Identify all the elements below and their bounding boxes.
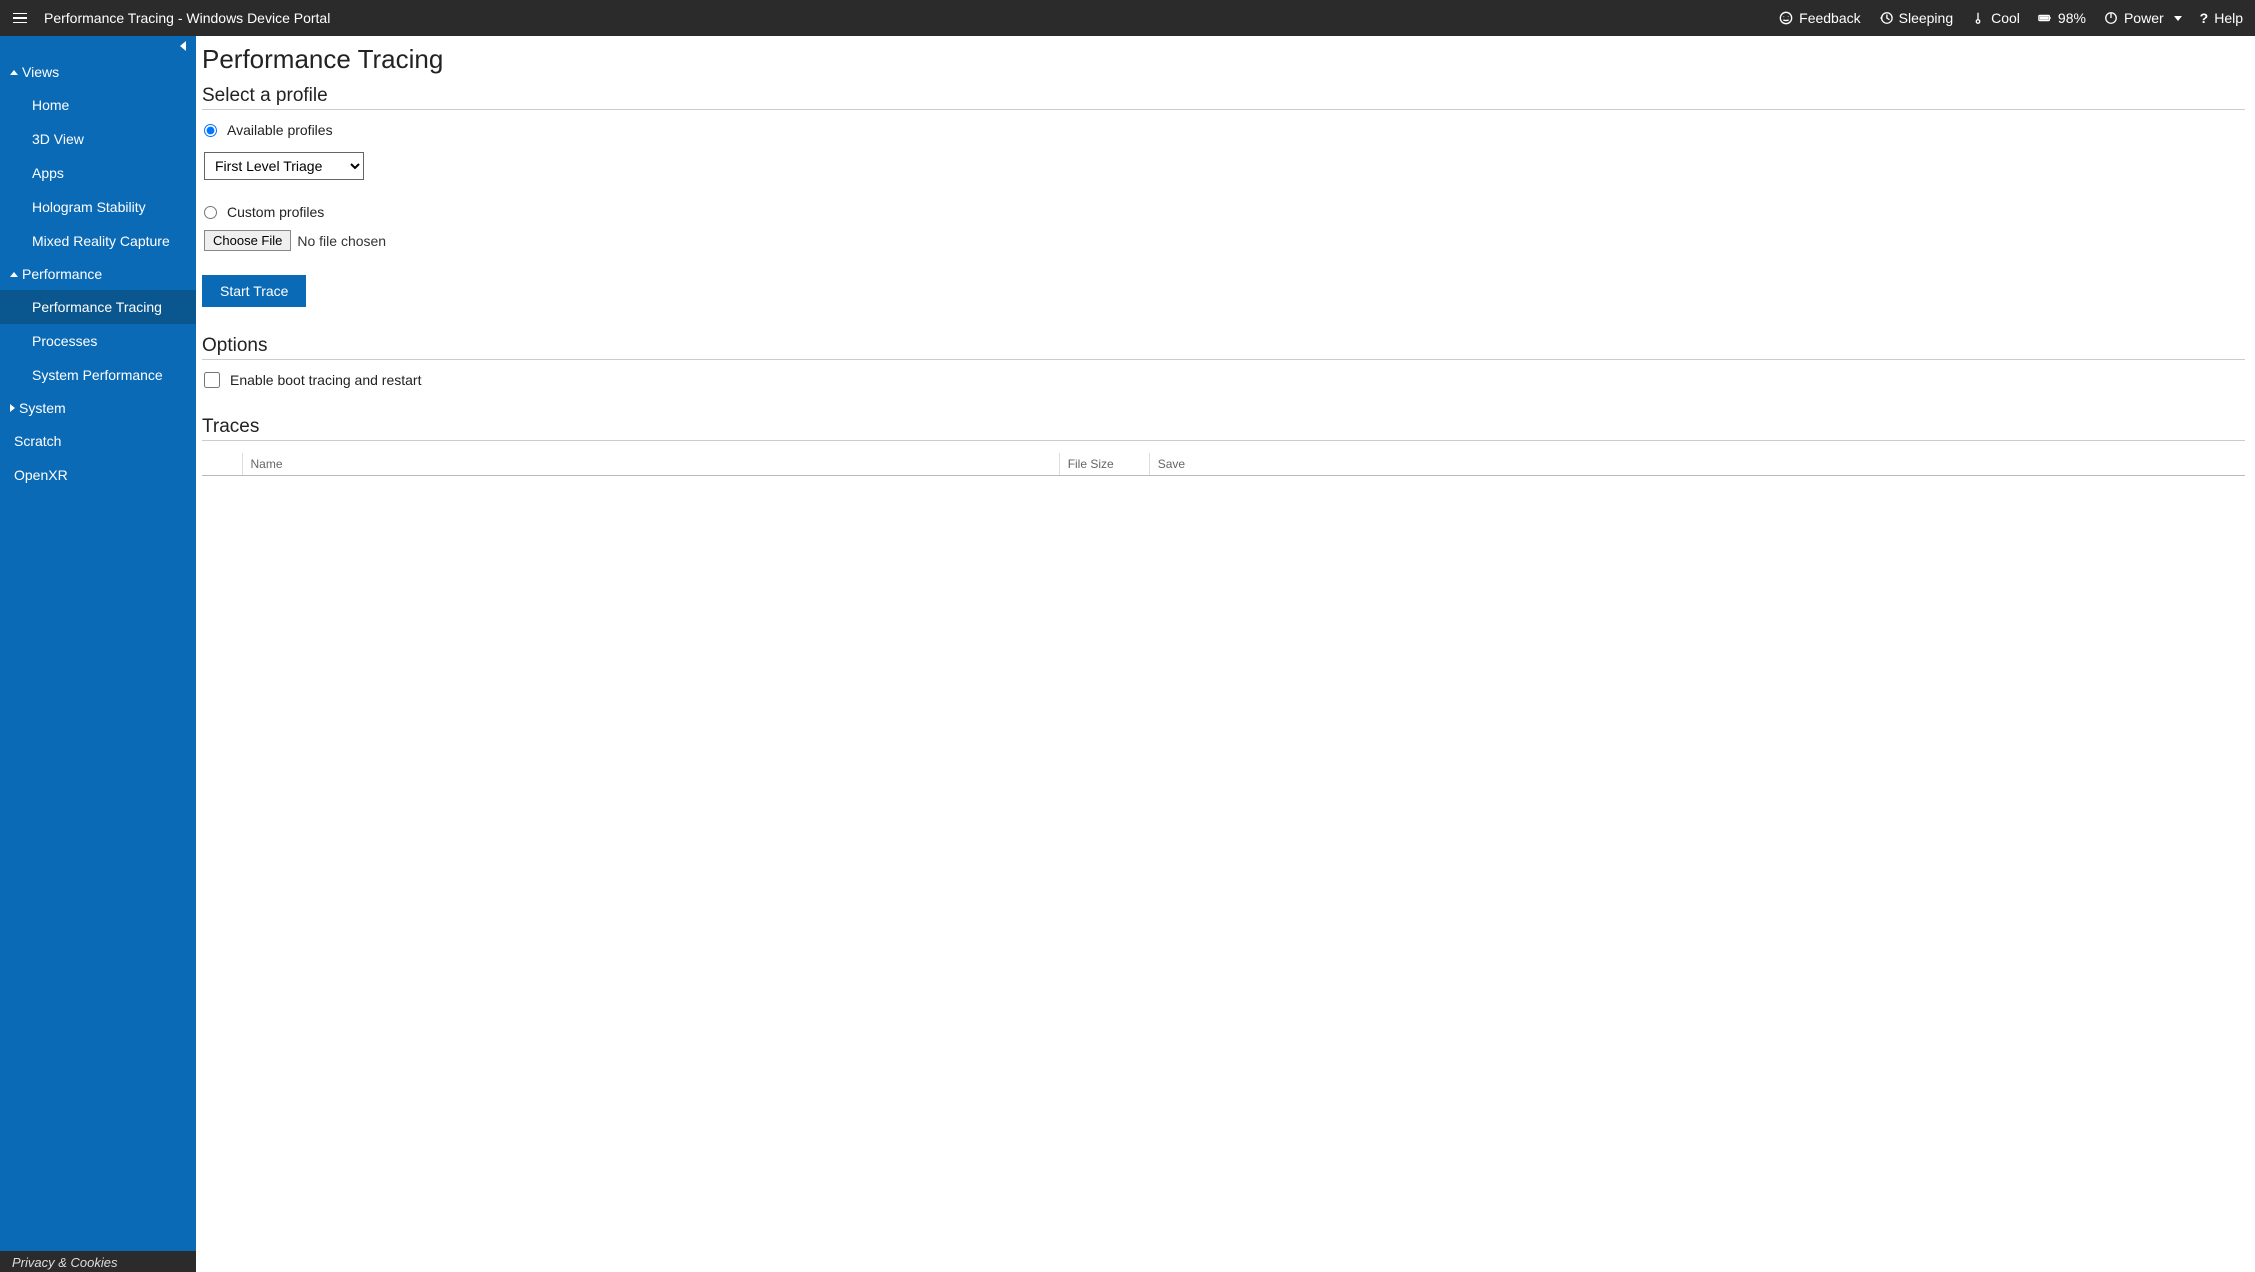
privacy-cookies-link[interactable]: Privacy & Cookies <box>0 1251 196 1272</box>
boot-tracing-checkbox[interactable] <box>204 372 220 388</box>
battery-icon <box>2038 11 2052 25</box>
battery-label: 98% <box>2058 10 2086 26</box>
nav-group-system[interactable]: System <box>0 392 196 424</box>
choose-file-button[interactable]: Choose File <box>204 230 291 251</box>
nav-item-hologram-stability[interactable]: Hologram Stability <box>0 190 196 224</box>
power-menu[interactable]: Power <box>2104 10 2182 26</box>
radio-custom-profiles[interactable]: Custom profiles <box>204 204 2245 220</box>
triangle-up-icon <box>10 272 18 277</box>
topbar: Performance Tracing - Windows Device Por… <box>0 0 2255 36</box>
page-title: Performance Tracing <box>202 44 2245 75</box>
section-select-profile: Select a profile <box>202 85 2245 110</box>
triangle-right-icon <box>10 404 15 412</box>
hamburger-menu-button[interactable] <box>8 6 32 30</box>
sidebar: Views Home3D ViewAppsHologram StabilityMi… <box>0 36 196 1272</box>
nav-group-views[interactable]: Views <box>0 56 196 88</box>
nav-item-mixed-reality-capture[interactable]: Mixed Reality Capture <box>0 224 196 258</box>
nav-group-label: System <box>19 400 66 416</box>
triangle-up-icon <box>10 70 18 75</box>
feedback-button[interactable]: Feedback <box>1779 10 1860 26</box>
radio-available-profiles[interactable]: Available profiles <box>204 122 2245 138</box>
sidebar-collapse-button[interactable] <box>0 36 196 56</box>
question-icon: ? <box>2200 10 2209 26</box>
help-label: Help <box>2214 10 2243 26</box>
nav-item-performance-tracing[interactable]: Performance Tracing <box>0 290 196 324</box>
sleeping-label: Sleeping <box>1899 10 1954 26</box>
nav-item-processes[interactable]: Processes <box>0 324 196 358</box>
thermal-status[interactable]: Cool <box>1971 10 2020 26</box>
radio-custom-input[interactable] <box>204 206 217 219</box>
main-content: Performance Tracing Select a profile Ava… <box>196 36 2255 1272</box>
help-button[interactable]: ? Help <box>2200 10 2243 26</box>
window-title: Performance Tracing - Windows Device Por… <box>44 10 330 26</box>
chevron-left-icon <box>180 41 186 51</box>
thermometer-icon <box>1971 11 1985 25</box>
traces-table: Name File Size Save <box>202 453 2245 476</box>
nav-item-apps[interactable]: Apps <box>0 156 196 190</box>
boot-tracing-label: Enable boot tracing and restart <box>230 372 421 388</box>
traces-col-save[interactable]: Save <box>1149 453 2245 476</box>
thermal-label: Cool <box>1991 10 2020 26</box>
battery-status[interactable]: 98% <box>2038 10 2086 26</box>
radio-available-label: Available profiles <box>227 122 333 138</box>
traces-col-name[interactable]: Name <box>242 453 1059 476</box>
feedback-label: Feedback <box>1799 10 1860 26</box>
section-options: Options <box>202 335 2245 360</box>
chevron-down-icon <box>2174 16 2182 21</box>
profile-select[interactable]: First Level Triage <box>204 152 364 180</box>
smiley-icon <box>1779 11 1793 25</box>
file-chosen-label: No file chosen <box>297 233 386 249</box>
radio-available-input[interactable] <box>204 124 217 137</box>
nav-item-system-performance[interactable]: System Performance <box>0 358 196 392</box>
section-traces: Traces <box>202 416 2245 441</box>
nav-item-home[interactable]: Home <box>0 88 196 122</box>
nav-group-performance[interactable]: Performance <box>0 258 196 290</box>
radio-custom-label: Custom profiles <box>227 204 324 220</box>
power-label: Power <box>2124 10 2164 26</box>
nav-item-3d-view[interactable]: 3D View <box>0 122 196 156</box>
traces-col-file-size[interactable]: File Size <box>1059 453 1149 476</box>
nav-item-scratch[interactable]: Scratch <box>0 424 196 458</box>
nav-group-label: Performance <box>22 266 102 282</box>
nav-item-openxr[interactable]: OpenXR <box>0 458 196 492</box>
sleeping-status[interactable]: Sleeping <box>1879 10 1954 26</box>
nav-group-label: Views <box>22 64 59 80</box>
power-icon <box>2104 11 2118 25</box>
boot-tracing-checkbox-row[interactable]: Enable boot tracing and restart <box>204 372 2245 388</box>
start-trace-button[interactable]: Start Trace <box>202 275 306 307</box>
traces-col-blank <box>202 453 242 476</box>
history-icon <box>1879 11 1893 25</box>
